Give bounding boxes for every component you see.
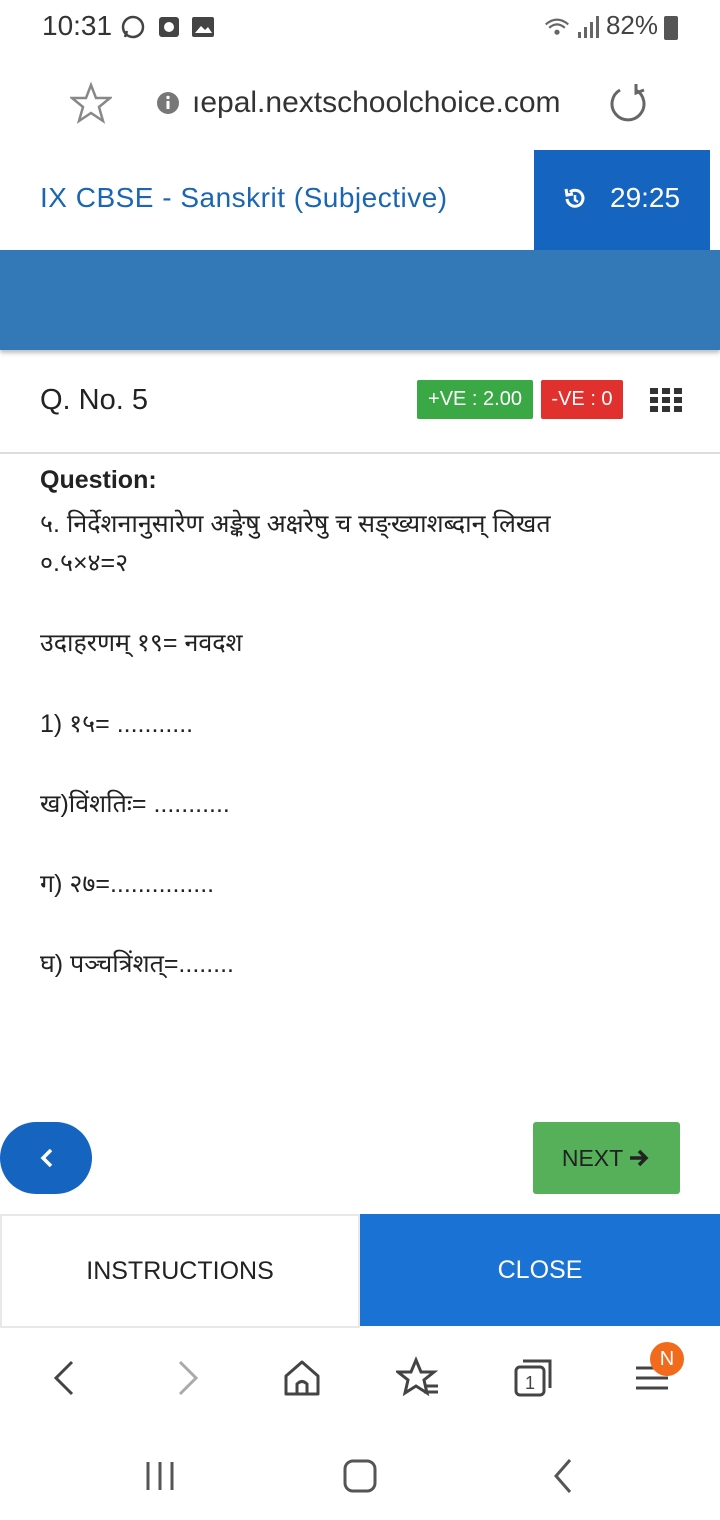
question-number: Q. No. 5 xyxy=(40,384,148,416)
system-home-icon[interactable] xyxy=(340,1456,380,1496)
instructions-button[interactable]: INSTRUCTIONS xyxy=(0,1214,360,1328)
chevron-left-icon xyxy=(40,1148,53,1168)
close-button[interactable]: CLOSE xyxy=(360,1214,720,1326)
timer-box: 29:25 xyxy=(534,150,710,250)
bookmarks-icon[interactable] xyxy=(396,1356,440,1400)
menu-badge: N xyxy=(650,1342,684,1376)
status-bar: 10:31 82% xyxy=(0,0,720,56)
question-line: ०.५×४=२ xyxy=(40,549,129,577)
info-icon[interactable] xyxy=(156,91,180,115)
positive-marks-badge: +VE : 2.00 xyxy=(417,380,533,419)
url-text[interactable]: ıepal.nextschoolchoice.com xyxy=(192,86,561,120)
question-header: Q. No. 5 +VE : 2.00 -VE : 0 xyxy=(0,352,720,454)
home-icon[interactable] xyxy=(280,1356,324,1400)
exam-title: IX CBSE - Sanskrit (Subjective) xyxy=(40,182,448,213)
back-icon[interactable] xyxy=(44,1356,88,1400)
status-time: 10:31 xyxy=(42,10,113,41)
question-grid-icon[interactable] xyxy=(650,388,682,412)
footer: INSTRUCTIONS CLOSE xyxy=(0,1214,720,1328)
header-band xyxy=(0,250,720,350)
signal-icon xyxy=(578,16,599,38)
system-nav-bar xyxy=(0,1428,720,1520)
question-line: ख)विंशतिः= ........... xyxy=(40,790,230,818)
gallery-icon xyxy=(192,17,214,37)
notification-icon xyxy=(159,17,179,37)
battery-icon xyxy=(664,16,678,40)
forward-icon[interactable] xyxy=(164,1356,208,1400)
question-line: 1) १५= ........... xyxy=(40,710,194,738)
timer-history-icon xyxy=(564,188,585,208)
arrow-right-icon xyxy=(630,1149,649,1167)
wifi-icon xyxy=(545,18,569,35)
question-line: ५. निर्देशनानुसारेण अङ्केषु अक्षरेषु च स… xyxy=(40,510,551,538)
whatsapp-icon xyxy=(121,15,145,39)
tabs-count: 1 xyxy=(525,1373,535,1393)
tabs-icon[interactable]: 1 xyxy=(512,1356,556,1400)
exam-header: IX CBSE - Sanskrit (Subjective) 29:25 xyxy=(0,150,720,250)
question-line: ग) २७=............... xyxy=(40,870,215,898)
question-line: उदाहरणम् १९= नवदश xyxy=(40,629,243,657)
question-label: Question: xyxy=(40,466,157,494)
browser-bottom-nav: 1 N xyxy=(0,1328,720,1428)
previous-button[interactable] xyxy=(0,1122,92,1194)
system-back-icon[interactable] xyxy=(544,1456,584,1496)
negative-marks-badge: -VE : 0 xyxy=(541,380,623,419)
next-button[interactable]: NEXT xyxy=(533,1122,680,1194)
recent-apps-icon[interactable] xyxy=(140,1456,180,1496)
battery-percentage: 82% xyxy=(605,10,658,40)
browser-url-bar[interactable]: ıepal.nextschoolchoice.com xyxy=(0,56,720,151)
next-label: NEXT xyxy=(561,1144,624,1171)
timer-text: 29:25 xyxy=(610,182,681,213)
reload-icon[interactable] xyxy=(606,82,650,126)
star-icon[interactable] xyxy=(70,82,112,124)
question-line: घ) पञ्चत्रिंशत्=........ xyxy=(40,950,234,978)
